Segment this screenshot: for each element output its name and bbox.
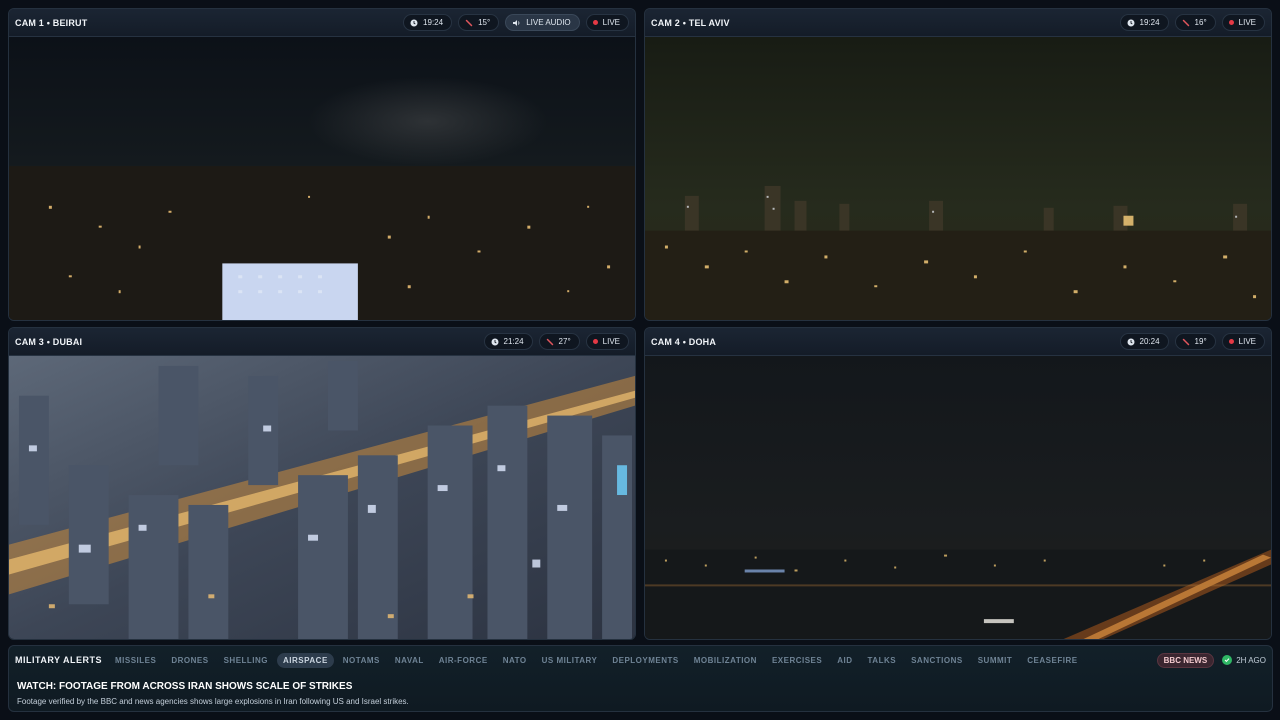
camera-feed-dubai[interactable]	[9, 356, 635, 639]
live-label: LIVE	[1238, 337, 1256, 346]
camera-title: CAM 2 • TEL AVIV	[651, 17, 730, 28]
live-dot-icon	[592, 339, 598, 344]
alert-tag-sanctions[interactable]: SANCTIONS	[905, 653, 969, 668]
temperature: 19°	[1194, 337, 1207, 346]
camera-header: CAM 3 • DUBAI 21:24 27° LIVE	[9, 328, 635, 356]
alert-tag-mobilization[interactable]: MOBILIZATION	[688, 653, 763, 668]
camera-header: CAM 4 • DOHA 20:24 19° LIVE	[645, 328, 1271, 356]
camera-header: CAM 1 • BEIRUT 19:24 15° LIVE AUDIO LIVE	[9, 9, 635, 37]
temperature-badge: 27°	[538, 333, 580, 350]
news-summary: Footage verified by the BBC and news age…	[17, 697, 409, 706]
alert-category-bar: MILITARY ALERTS MISSILES DRONES SHELLING AI…	[15, 652, 1266, 668]
local-time-badge: 19:24	[403, 14, 453, 31]
speaker-icon	[512, 19, 521, 27]
live-dot-icon	[1228, 20, 1234, 25]
camera-header: CAM 2 • TEL AVIV 19:24 16° LIVE	[645, 9, 1271, 37]
source-badge[interactable]: BBC NEWS	[1156, 652, 1215, 668]
local-time-badge: 20:24	[1119, 333, 1169, 350]
live-label: LIVE	[602, 18, 620, 27]
local-time-badge: 19:24	[1119, 14, 1169, 31]
thermometer-icon	[465, 19, 473, 27]
local-time-badge: 21:24	[483, 333, 533, 350]
alert-tag-ceasefire[interactable]: CEASEFIRE	[1021, 653, 1083, 668]
thermometer-icon	[546, 338, 554, 346]
live-indicator: LIVE	[585, 333, 629, 350]
news-headline[interactable]: WATCH: FOOTAGE FROM ACROSS IRAN SHOWS SC…	[17, 681, 352, 692]
local-time: 19:24	[1139, 18, 1160, 27]
local-time: 21:24	[503, 337, 524, 346]
alert-tag-us-military[interactable]: US MILITARY	[536, 653, 604, 668]
live-dot-icon	[592, 20, 598, 25]
check-icon	[1222, 655, 1233, 665]
temperature-badge: 16°	[1174, 14, 1216, 31]
camera-feed-tel-aviv[interactable]	[645, 37, 1271, 320]
camera-title: CAM 3 • DUBAI	[15, 336, 83, 347]
temperature-badge: 15°	[458, 14, 500, 31]
alert-tag-aid[interactable]: AID	[831, 653, 858, 668]
live-label: LIVE	[602, 337, 620, 346]
alert-tag-naval[interactable]: NAVAL	[389, 653, 430, 668]
military-alerts-panel: MILITARY ALERTS MISSILES DRONES SHELLING AI…	[8, 645, 1273, 712]
live-audio-button[interactable]: LIVE AUDIO	[505, 14, 580, 31]
clock-icon	[491, 338, 499, 346]
alert-tag-talks[interactable]: TALKS	[862, 653, 903, 668]
camera-title: CAM 1 • BEIRUT	[15, 17, 88, 28]
thermometer-icon	[1182, 19, 1190, 27]
alert-tag-air-force[interactable]: AIR-FORCE	[433, 653, 494, 668]
live-audio-label: LIVE AUDIO	[526, 18, 571, 27]
temperature: 15°	[478, 18, 491, 27]
temperature: 16°	[1194, 18, 1207, 27]
clock-icon	[1127, 19, 1135, 27]
temperature: 27°	[558, 337, 571, 346]
camera-panel-beirut[interactable]: CAM 1 • BEIRUT 19:24 15° LIVE AUDIO LIVE	[8, 8, 636, 321]
alert-tag-exercises[interactable]: EXERCISES	[766, 653, 828, 668]
clock-icon	[410, 19, 418, 27]
live-dot-icon	[1228, 339, 1234, 344]
camera-feed-beirut[interactable]	[9, 37, 635, 320]
alerts-title: MILITARY ALERTS	[15, 655, 102, 665]
live-indicator: LIVE	[585, 14, 629, 31]
alert-tag-deployments[interactable]: DEPLOYMENTS	[606, 653, 684, 668]
local-time: 20:24	[1139, 337, 1160, 346]
alert-tag-airspace[interactable]: AIRSPACE	[277, 652, 334, 668]
time-ago: 2H AGO	[1222, 655, 1266, 665]
camera-feed-doha[interactable]	[645, 356, 1271, 639]
camera-title: CAM 4 • DOHA	[651, 336, 717, 347]
temperature-badge: 19°	[1174, 333, 1216, 350]
alert-tag-summit[interactable]: SUMMIT	[972, 653, 1019, 668]
alert-tag-drones[interactable]: DRONES	[165, 653, 214, 668]
alert-tag-notams[interactable]: NOTAMS	[337, 653, 386, 668]
camera-panel-tel-aviv[interactable]: CAM 2 • TEL AVIV 19:24 16° LIVE	[644, 8, 1272, 321]
alert-tag-shelling[interactable]: SHELLING	[218, 653, 274, 668]
live-indicator: LIVE	[1221, 14, 1265, 31]
live-indicator: LIVE	[1221, 333, 1265, 350]
time-ago-label: 2H AGO	[1236, 655, 1266, 665]
local-time: 19:24	[423, 18, 444, 27]
camera-panel-dubai[interactable]: CAM 3 • DUBAI 21:24 27° LIVE	[8, 327, 636, 640]
thermometer-icon	[1182, 338, 1190, 346]
alert-tag-nato[interactable]: NATO	[497, 653, 533, 668]
alert-tag-missiles[interactable]: MISSILES	[109, 653, 162, 668]
clock-icon	[1127, 338, 1135, 346]
camera-panel-doha[interactable]: CAM 4 • DOHA 20:24 19° LIVE	[644, 327, 1272, 640]
news-source: BBC NEWS 2H AGO	[1156, 652, 1266, 668]
live-label: LIVE	[1238, 18, 1256, 27]
camera-grid: CAM 1 • BEIRUT 19:24 15° LIVE AUDIO LIVE	[8, 8, 1273, 640]
